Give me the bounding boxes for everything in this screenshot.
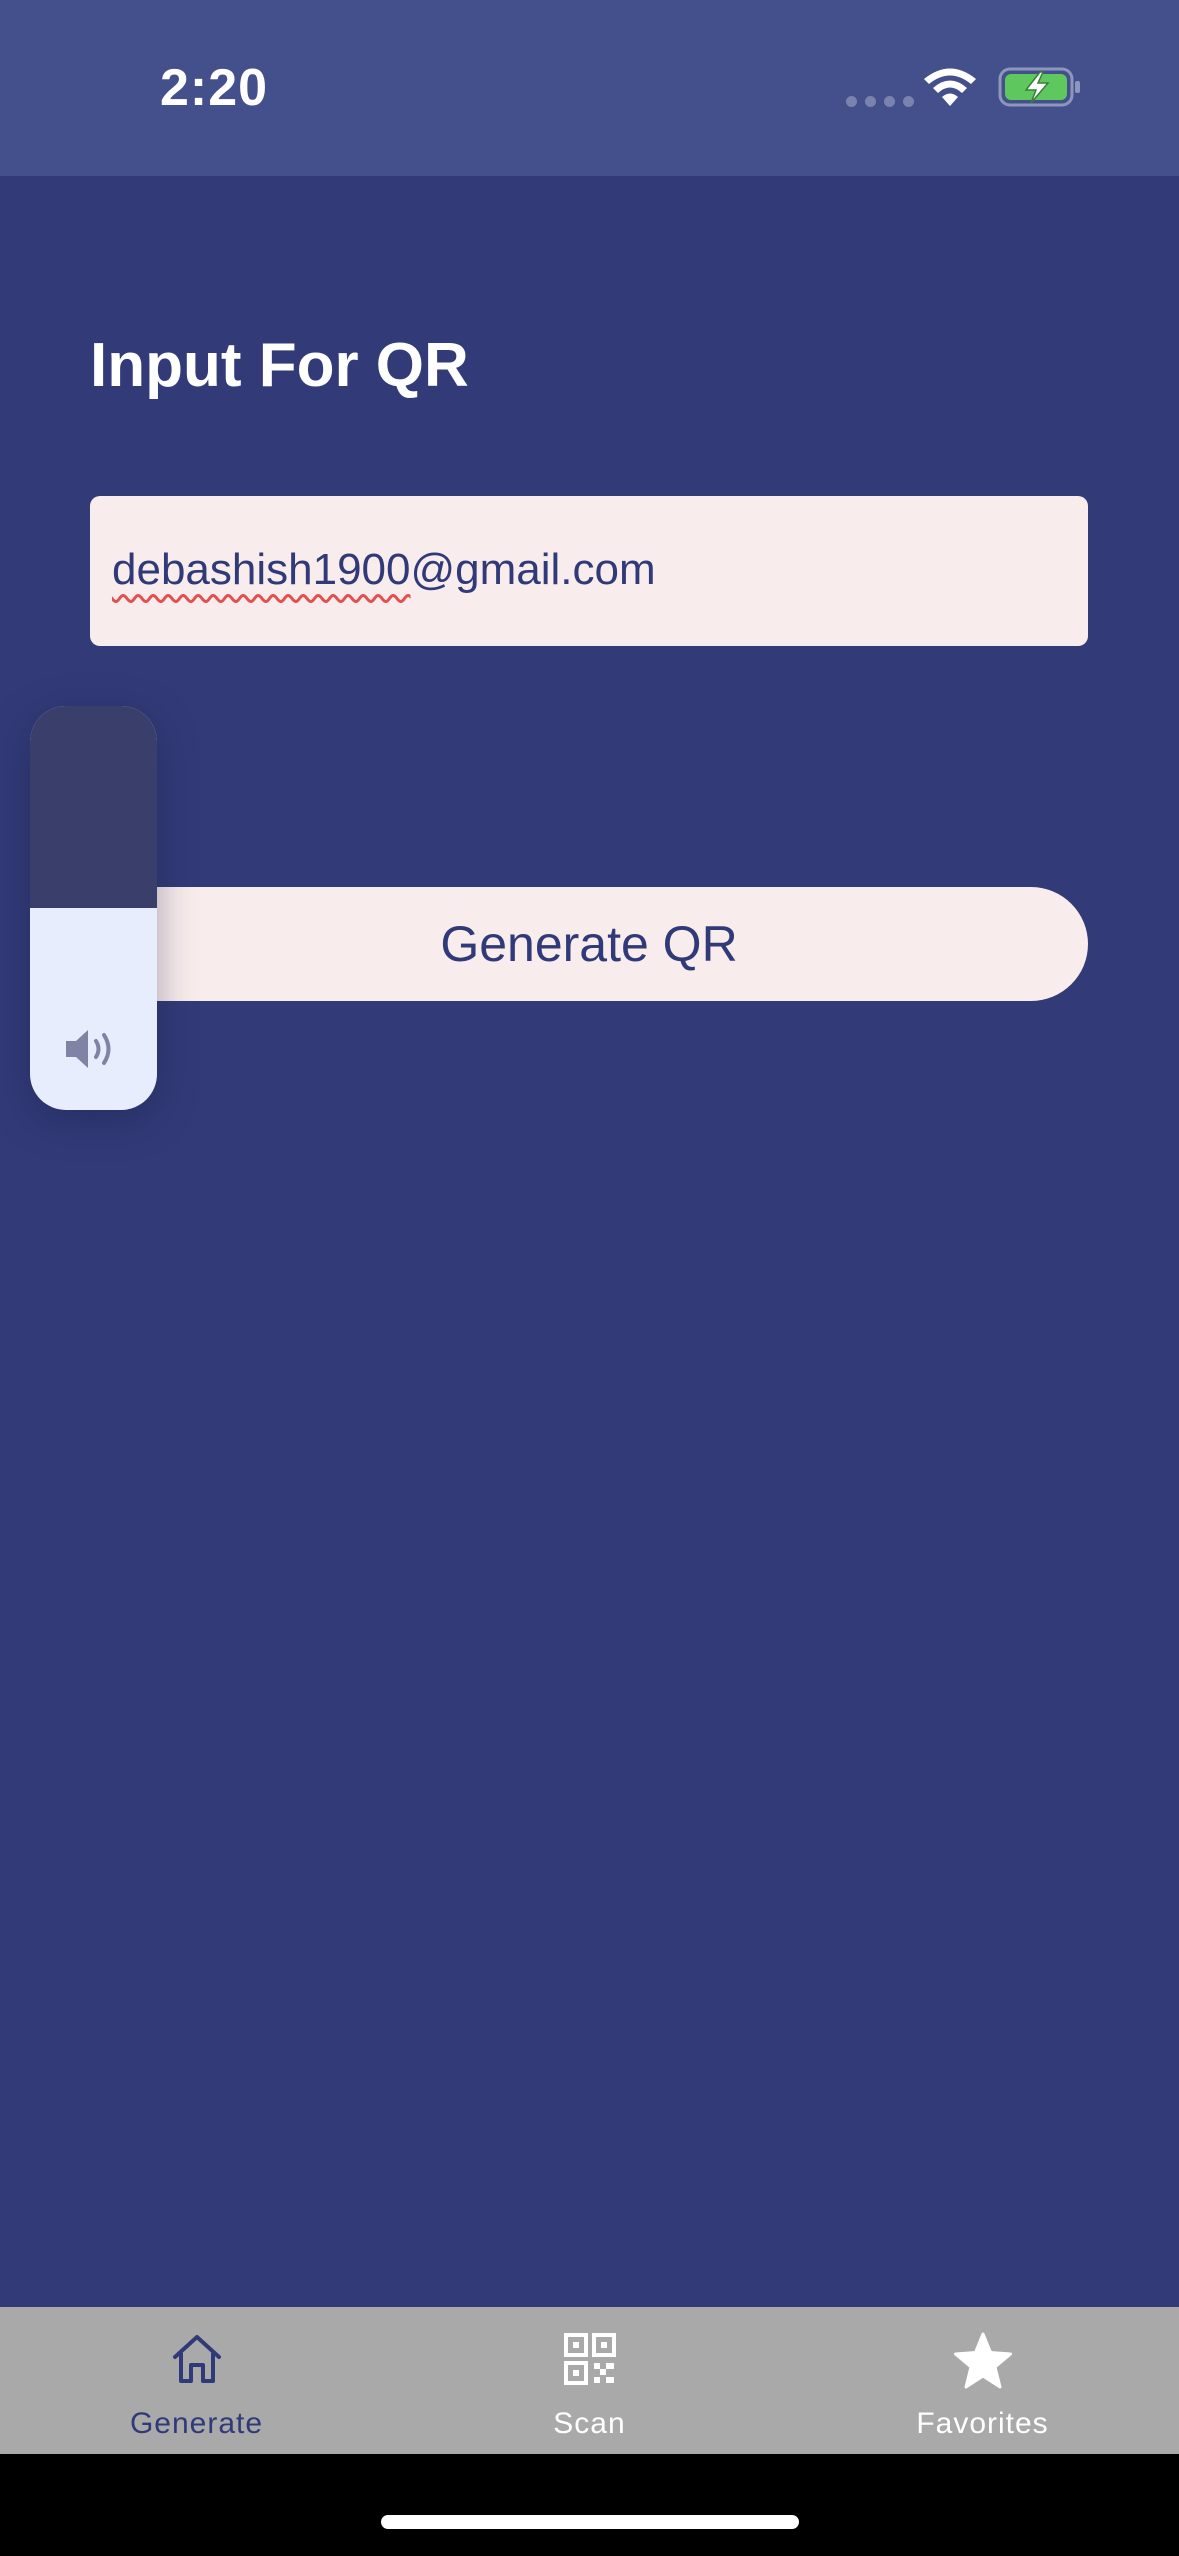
star-icon [953,2332,1012,2389]
speaker-volume-icon [66,1030,111,1068]
tab-label-generate: Generate [129,2407,264,2440]
status-bar: 2:20 [0,0,1179,176]
volume-level-track [30,706,157,908]
tab-scan[interactable]: Scan [393,2307,786,2454]
qr-input-value[interactable]: debashish1900@gmail.com [112,545,656,595]
tab-generate[interactable]: Generate [0,2307,393,2454]
status-time: 2:20 [160,59,269,117]
home-indicator[interactable] [381,2515,799,2529]
input-text-rest: @gmail.com [410,545,656,594]
home-icon [172,2335,221,2383]
battery-charging-icon [998,67,1080,107]
generate-qr-button[interactable]: Generate QR [90,887,1088,1001]
wifi-icon [924,68,976,106]
home-indicator-area [0,2454,1179,2556]
qr-code-icon [563,2333,616,2385]
tab-favorites[interactable]: Favorites [786,2307,1179,2454]
tab-label-scan: Scan [553,2407,626,2440]
cellular-dots-icon [846,96,914,107]
tab-bar: Generate Scan Favorites [0,2307,1179,2454]
app-screen: 2:20 Input For QR debashish1900@gmail.co… [0,0,1179,2556]
tab-label-favorites: Favorites [916,2407,1049,2440]
volume-hud [30,706,157,1110]
page-title: Input For QR [90,331,469,400]
misspelled-text: debashish1900 [112,545,411,594]
